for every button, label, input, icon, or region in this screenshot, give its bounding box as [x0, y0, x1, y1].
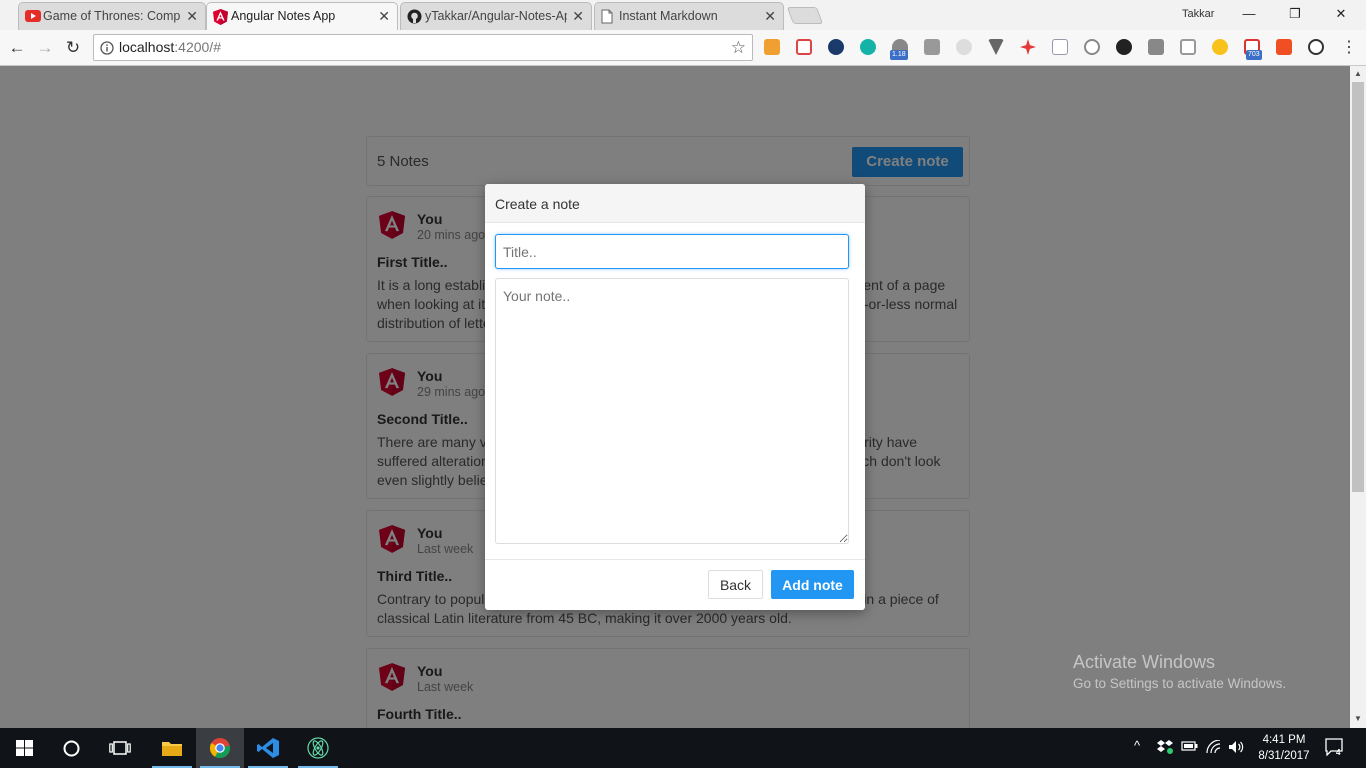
- extension-badge: 1.18: [890, 50, 908, 60]
- tab-angular-notes-app[interactable]: Angular Notes App ✕: [206, 2, 398, 30]
- tab-label: Angular Notes App: [231, 9, 336, 23]
- extension-json-icon[interactable]: [1052, 39, 1068, 55]
- youtube-icon: [25, 9, 41, 23]
- cortana-icon: [63, 740, 80, 757]
- gmail-badge: 703: [1246, 50, 1262, 60]
- note-body-textarea[interactable]: [495, 278, 849, 544]
- extension-github-icon[interactable]: [1116, 39, 1132, 55]
- tab-instant-markdown[interactable]: Instant Markdown ✕: [594, 2, 784, 30]
- wifi-icon[interactable]: [1206, 740, 1222, 754]
- close-icon[interactable]: ✕: [572, 3, 584, 29]
- new-tab-button[interactable]: [786, 7, 824, 24]
- clock-date: 8/31/2017: [1258, 750, 1310, 762]
- close-window-button[interactable]: ✕: [1318, 0, 1364, 28]
- url-path: :4200/#: [174, 39, 221, 55]
- taskbar-file-explorer[interactable]: [148, 728, 196, 768]
- tab-label: Instant Markdown: [619, 9, 718, 23]
- bookmark-star-icon[interactable]: ☆: [731, 38, 746, 58]
- watermark-subtitle: Go to Settings to activate Windows.: [1073, 676, 1287, 691]
- show-hidden-icons-button[interactable]: ^: [1134, 738, 1140, 753]
- tab-label: yTakkar/Angular-Notes-App: [425, 9, 567, 23]
- page-scrollbar[interactable]: ▲ ▼: [1350, 66, 1366, 728]
- scroll-down-icon[interactable]: ▼: [1354, 714, 1362, 723]
- extension-calendar-icon[interactable]: [796, 39, 812, 55]
- battery-icon[interactable]: [1181, 740, 1198, 752]
- page-icon: [601, 9, 613, 24]
- close-icon[interactable]: ✕: [764, 3, 776, 29]
- menu-icon[interactable]: ⋮: [1338, 37, 1360, 59]
- dialog-header: Create a note: [485, 184, 865, 223]
- note-title-input[interactable]: [495, 234, 849, 269]
- close-icon[interactable]: ✕: [186, 3, 198, 29]
- github-icon: [407, 9, 422, 24]
- taskbar-vscode[interactable]: [244, 728, 292, 768]
- extension-blue-circle-icon[interactable]: [828, 39, 844, 55]
- dropbox-icon[interactable]: [1157, 740, 1173, 754]
- browser-toolbar: ← → ↻ localhost:4200/# ☆ 1.18 703 ⋮: [0, 30, 1366, 66]
- notification-count: 4: [1336, 748, 1341, 757]
- scrollbar-thumb[interactable]: [1352, 82, 1364, 492]
- extension-frame-icon[interactable]: [1180, 39, 1196, 55]
- chrome-icon: [209, 737, 231, 759]
- windows-logo-icon: [16, 740, 33, 756]
- extension-block-icon[interactable]: [1308, 39, 1324, 55]
- info-icon[interactable]: [100, 41, 114, 55]
- scroll-up-icon[interactable]: ▲: [1354, 69, 1362, 78]
- start-button[interactable]: [0, 728, 48, 768]
- task-view-icon: [109, 741, 131, 755]
- extension-vue-icon[interactable]: [988, 39, 1004, 55]
- extension-star-icon[interactable]: [1020, 39, 1036, 55]
- url-text: localhost:4200/#: [119, 39, 221, 55]
- taskbar-clock[interactable]: 4:41 PM 8/31/2017: [1254, 732, 1314, 764]
- address-bar[interactable]: localhost:4200/# ☆: [93, 34, 753, 61]
- browser-tab-strip: Game of Thrones: Complete Guide ✕ Angula…: [0, 0, 1366, 30]
- extension-emoji-icon[interactable]: [1212, 39, 1228, 55]
- vscode-icon: [257, 738, 279, 758]
- extension-grid-icon[interactable]: [924, 39, 940, 55]
- extension-search-icon[interactable]: [1084, 39, 1100, 55]
- page-viewport: 5 Notes Create note You 20 mins ago Firs…: [0, 66, 1350, 728]
- url-host: localhost: [119, 39, 175, 55]
- atom-icon: [307, 737, 329, 759]
- extension-orange-icon[interactable]: [1276, 39, 1292, 55]
- minimize-button[interactable]: —: [1226, 0, 1272, 28]
- back-button[interactable]: Back: [708, 570, 763, 599]
- extension-bookmarks-icon[interactable]: [764, 39, 780, 55]
- dialog-title: Create a note: [495, 196, 580, 212]
- extension-shield-icon[interactable]: [1148, 39, 1164, 55]
- clock-time: 4:41 PM: [1262, 734, 1306, 746]
- profile-name[interactable]: Takkar: [1182, 8, 1214, 20]
- maximize-button[interactable]: ❐: [1272, 0, 1318, 28]
- close-icon[interactable]: ✕: [378, 3, 390, 29]
- back-button[interactable]: ←: [6, 37, 28, 59]
- reload-button[interactable]: ↻: [62, 37, 84, 59]
- windows-taskbar: ^ 4:41 PM 8/31/2017 4: [0, 728, 1366, 768]
- taskbar-atom[interactable]: [294, 728, 342, 768]
- add-note-button[interactable]: Add note: [771, 570, 854, 599]
- create-note-dialog: Create a note Back Add note: [485, 184, 865, 610]
- taskbar-chrome[interactable]: [196, 728, 244, 768]
- action-center-icon[interactable]: [1325, 738, 1345, 756]
- tab-label: Game of Thrones: Complete Guide: [43, 9, 181, 23]
- folder-icon: [161, 739, 183, 757]
- volume-icon[interactable]: [1228, 740, 1245, 754]
- extension-m-icon[interactable]: [860, 39, 876, 55]
- tab-github-repo[interactable]: yTakkar/Angular-Notes-App ✕: [400, 2, 592, 30]
- angular-icon: [213, 9, 228, 25]
- forward-button[interactable]: →: [34, 37, 56, 59]
- watermark-title: Activate Windows: [1073, 652, 1216, 672]
- extension-circle-icon[interactable]: [956, 39, 972, 55]
- dialog-footer: Back Add note: [485, 559, 865, 610]
- task-view-button[interactable]: [96, 728, 144, 768]
- search-button[interactable]: [48, 728, 96, 768]
- activate-windows-watermark: Activate Windows Go to Settings to activ…: [1073, 652, 1286, 691]
- tab-game-of-thrones[interactable]: Game of Thrones: Complete Guide ✕: [18, 2, 206, 30]
